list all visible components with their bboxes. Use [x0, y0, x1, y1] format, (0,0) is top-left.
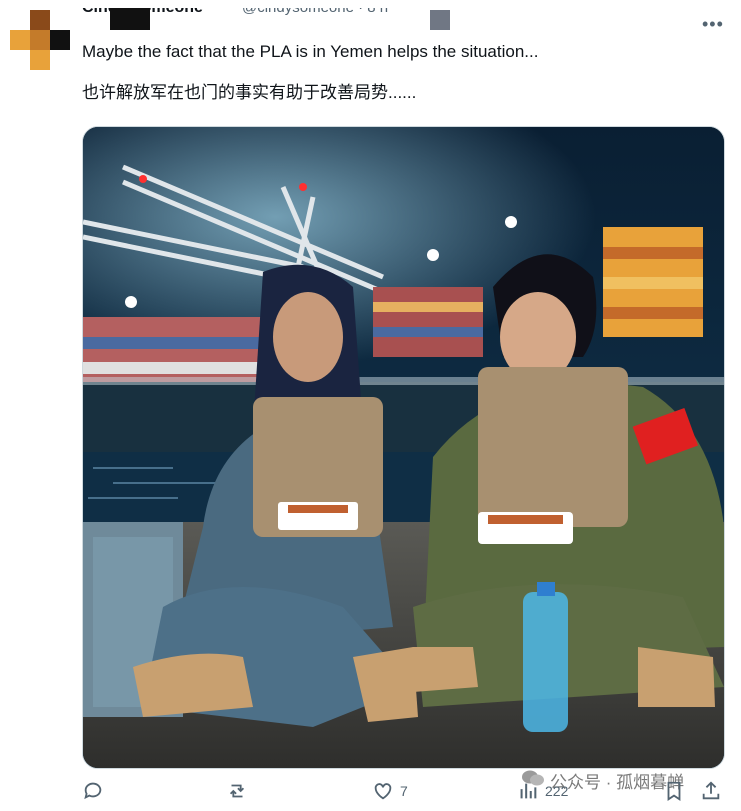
tweet-text-chinese: 也许解放军在也门的事实有助于改善局势......: [82, 83, 417, 102]
retweet-icon: [229, 784, 245, 798]
redaction-block: [110, 8, 150, 30]
bookmark-button[interactable]: [663, 780, 685, 802]
tweet-image[interactable]: [82, 126, 725, 769]
redaction-block: [430, 10, 450, 30]
views-icon: [520, 783, 537, 799]
like-count: 7: [400, 783, 408, 799]
avatar[interactable]: [10, 10, 70, 70]
views-count: 222: [545, 783, 569, 799]
reply-button[interactable]: [82, 780, 104, 802]
tweet-text-english: Maybe the fact that the PLA is in Yemen …: [82, 42, 539, 61]
heart-icon: [374, 783, 392, 800]
retweet-button[interactable]: [226, 780, 248, 802]
views-button[interactable]: 222: [517, 780, 568, 802]
soldiers-eating-image: [83, 127, 724, 768]
more-icon[interactable]: •••: [702, 14, 724, 35]
handle[interactable]: @cindysomeone · 8 h: [242, 8, 388, 16]
share-button[interactable]: [700, 780, 722, 802]
bookmark-icon: [667, 781, 681, 801]
like-button[interactable]: 7: [372, 780, 408, 802]
tweet-actions: 7 222: [0, 780, 741, 811]
share-icon: [702, 781, 720, 800]
reply-icon: [84, 782, 102, 800]
